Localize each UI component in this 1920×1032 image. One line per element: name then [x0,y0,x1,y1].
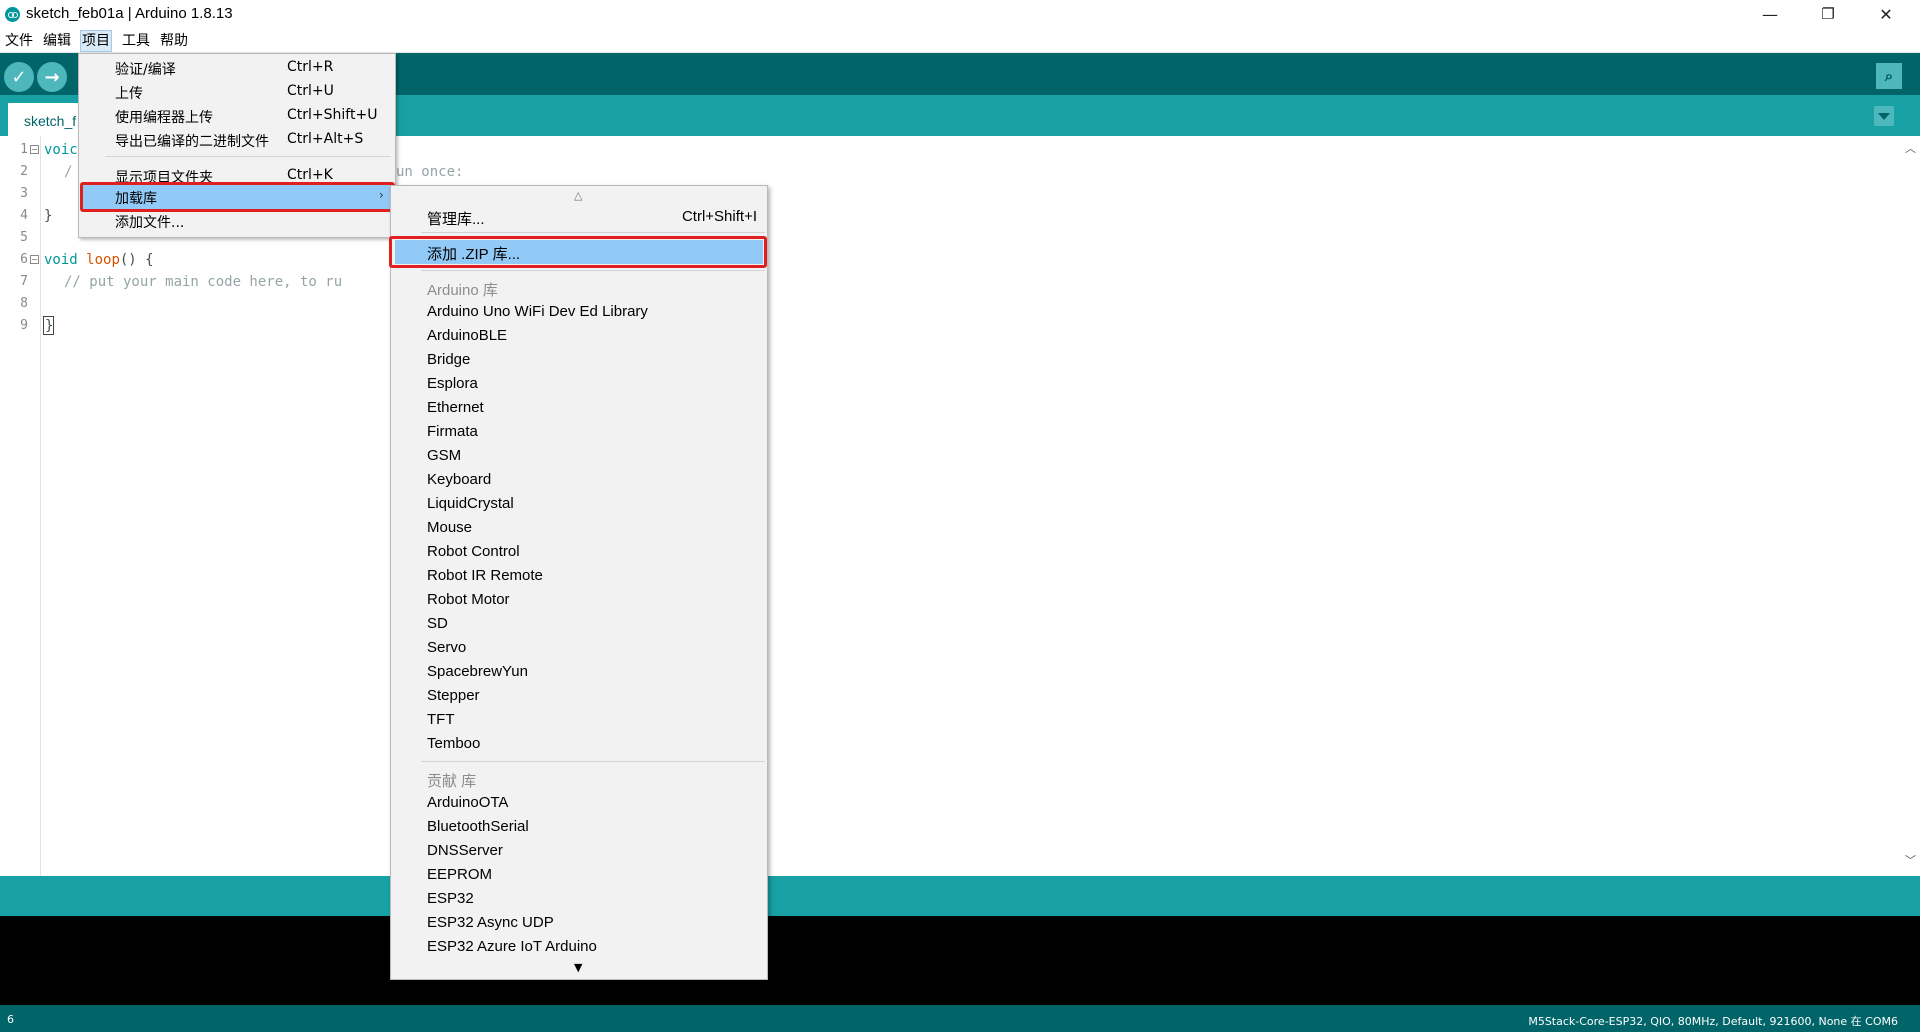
library-item[interactable]: SD [427,615,448,632]
library-item[interactable]: ESP32 Async UDP [427,914,554,931]
arduino-libraries-header: Arduino 库 [427,282,498,299]
library-item[interactable]: BluetoothSerial [427,818,529,835]
window-title: sketch_feb01a | Arduino 1.8.13 [26,5,233,22]
scroll-down-chevron-icon[interactable]: ﹀ [1905,852,1916,867]
library-item[interactable]: LiquidCrystal [427,495,514,512]
contributed-libraries-header: 贡献 库 [427,773,477,790]
line-number: 4 [20,208,28,223]
menu-accel: Ctrl+Shift+I [681,208,757,225]
line-number: 3 [20,186,28,201]
menu-item-upload[interactable]: 上传 [115,83,143,103]
library-item[interactable]: ArduinoOTA [427,794,508,811]
upload-button[interactable]: → [37,62,67,92]
line-number: 1 [20,142,28,157]
library-item[interactable]: TFT [427,711,455,728]
scroll-up-chevron-icon[interactable]: ︿ [1905,140,1916,155]
library-item[interactable]: GSM [427,447,461,464]
annotation-highlight-box [80,182,395,212]
bracket-match-cursor [43,316,54,335]
serial-monitor-icon[interactable]: ⌕ [1876,63,1902,89]
menu-separator [105,156,391,157]
scroll-up-arrow-icon[interactable]: △ [574,189,582,202]
library-item[interactable]: Keyboard [427,471,491,488]
close-button[interactable]: ✕ [1857,0,1915,28]
line-number: 9 [20,318,28,333]
library-item[interactable]: Robot IR Remote [427,567,543,584]
library-item[interactable]: Bridge [427,351,470,368]
line-number: 7 [20,274,28,289]
menu-accel: Ctrl+U [287,83,334,99]
library-item[interactable]: Robot Control [427,543,520,560]
menu-accel: Ctrl+R [287,59,334,75]
line-gutter [0,136,41,876]
menu-separator [421,270,765,271]
status-line-number: 6 [7,1013,14,1026]
library-item[interactable]: DNSServer [427,842,503,859]
menu-accel: Ctrl+Shift+U [287,107,378,123]
menu-item-add-file[interactable]: 添加文件... [115,212,184,232]
editor-scrollbar[interactable] [1901,136,1920,876]
library-item[interactable]: Arduino Uno WiFi Dev Ed Library [427,303,648,320]
code-punct: () { [119,252,154,268]
code-line-4: } [44,208,53,224]
fold-toggle-icon[interactable]: − [30,255,39,264]
arduino-logo-icon [5,7,20,22]
code-line-7: // put your main code here, to ru [64,274,343,290]
menu-accel: Ctrl+K [287,167,333,183]
keyword-void: void [44,252,78,268]
title-bar [0,0,1920,28]
library-item[interactable]: Robot Motor [427,591,510,608]
code-line-1: voic [44,142,78,158]
menu-separator [421,761,765,762]
menu-separator [421,232,765,233]
library-item[interactable]: Servo [427,639,466,656]
library-item[interactable]: Ethernet [427,399,484,416]
library-item[interactable]: Firmata [427,423,478,440]
maximize-button[interactable]: ❐ [1799,0,1857,28]
menu-help[interactable]: 帮助 [159,31,189,51]
menu-accel: Ctrl+Alt+S [287,131,364,147]
line-number: 8 [20,296,28,311]
console-header [0,876,1920,916]
annotation-highlight-box [389,236,767,268]
library-item[interactable]: Mouse [427,519,472,536]
menu-item-verify[interactable]: 验证/编译 [115,59,176,79]
menu-sketch[interactable]: 项目 [80,30,112,52]
code-line-2-tail: un once: [396,164,464,180]
status-board-info: M5Stack-Core-ESP32, QIO, 80MHz, Default,… [1528,1015,1898,1028]
menu-tools[interactable]: 工具 [121,31,151,51]
library-item[interactable]: ESP32 [427,890,474,907]
library-item[interactable]: Temboo [427,735,480,752]
code-line-2: / [64,164,73,180]
library-item[interactable]: SpacebrewYun [427,663,528,680]
library-item[interactable]: Esplora [427,375,478,392]
verify-button[interactable]: ✓ [4,62,34,92]
library-item[interactable]: Stepper [427,687,480,704]
function-loop: loop [86,252,120,268]
menu-item-manage-libraries[interactable]: 管理库... [427,208,485,229]
menu-item-export-binary[interactable]: 导出已编译的二进制文件 [115,131,269,151]
library-item[interactable]: ESP32 Azure IoT Arduino [427,938,597,955]
code-editor[interactable] [0,136,1920,876]
line-number: 5 [20,230,28,245]
tab-menu-chevron-down-icon[interactable] [1874,106,1894,126]
library-item[interactable]: ArduinoBLE [427,327,507,344]
fold-toggle-icon[interactable]: − [30,145,39,154]
code-line-6: void loop() { [44,252,154,268]
menu-file[interactable]: 文件 [4,31,34,51]
scroll-down-arrow-icon[interactable]: ▼ [574,961,582,974]
library-item[interactable]: EEPROM [427,866,492,883]
line-number: 6 [20,252,28,267]
minimize-button[interactable]: — [1741,0,1799,28]
line-number: 2 [20,164,28,179]
menu-edit[interactable]: 编辑 [42,31,72,51]
menu-bar [0,28,1920,53]
sketch-menu-dropdown: 验证/编译 Ctrl+R 上传 Ctrl+U 使用编程器上传 Ctrl+Shif… [78,53,396,238]
include-library-submenu: △ 管理库... Ctrl+Shift+I 添加 .ZIP 库... Ardui… [389,185,768,980]
console-output[interactable] [0,916,1920,1005]
status-bar: 6 M5Stack-Core-ESP32, QIO, 80MHz, Defaul… [0,1005,1920,1032]
menu-item-upload-programmer[interactable]: 使用编程器上传 [115,107,213,127]
